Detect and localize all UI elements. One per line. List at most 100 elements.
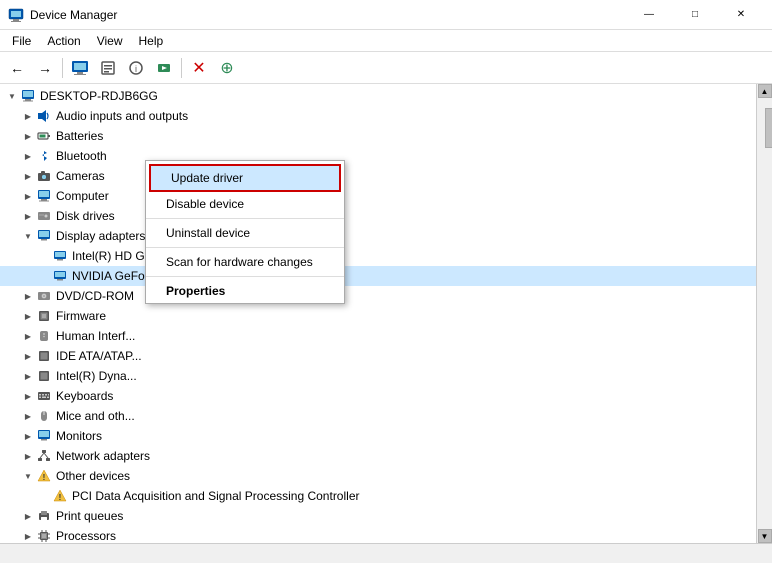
intel-dyn-label: Intel(R) Dyna... bbox=[56, 369, 137, 383]
mouse-icon bbox=[36, 408, 52, 424]
battery-icon bbox=[36, 128, 52, 144]
expand-icon-intel-dyn: ▶ bbox=[20, 368, 36, 384]
tree-item-keyboards[interactable]: ▶ Keyboards bbox=[0, 386, 756, 406]
ctx-properties[interactable]: Properties bbox=[146, 279, 344, 303]
expand-icon-pci bbox=[36, 488, 52, 504]
disk-icon bbox=[36, 208, 52, 224]
tree-item-disk[interactable]: ▶ Disk drives bbox=[0, 206, 756, 226]
tree-item-pci[interactable]: ! PCI Data Acquisition and Signal Proces… bbox=[0, 486, 756, 506]
tree-root[interactable]: ▼ DESKTOP-RDJB6GG bbox=[0, 86, 756, 106]
audio-label: Audio inputs and outputs bbox=[56, 109, 188, 123]
ctx-separator bbox=[146, 218, 344, 219]
other-icon: ! bbox=[36, 468, 52, 484]
svg-text:!: ! bbox=[43, 473, 46, 482]
expand-icon-disk: ▶ bbox=[20, 208, 36, 224]
ctx-update-driver[interactable]: Update driver bbox=[149, 164, 341, 192]
menu-file[interactable]: File bbox=[4, 32, 39, 50]
close-button[interactable]: ✕ bbox=[718, 0, 764, 30]
tree-item-processors[interactable]: ▶ Processors bbox=[0, 526, 756, 543]
scan-button[interactable]: ⊕ bbox=[214, 55, 240, 81]
expand-icon-display: ▼ bbox=[20, 228, 36, 244]
svg-text:i: i bbox=[135, 64, 137, 74]
tree-item-batteries[interactable]: ▶ Batteries bbox=[0, 126, 756, 146]
network-label: Network adapters bbox=[56, 449, 150, 463]
bluetooth-icon bbox=[36, 148, 52, 164]
ctx-scan[interactable]: Scan for hardware changes bbox=[146, 250, 344, 274]
expand-icon-hid: ▶ bbox=[20, 328, 36, 344]
maximize-button[interactable]: □ bbox=[672, 0, 718, 30]
tree-item-computer[interactable]: ▶ Computer bbox=[0, 186, 756, 206]
tree-item-intel-gpu[interactable]: Intel(R) HD Graphics 520 bbox=[0, 246, 756, 266]
expand-icon-monitors: ▶ bbox=[20, 428, 36, 444]
tree-item-cameras[interactable]: ▶ Cameras bbox=[0, 166, 756, 186]
device-tree[interactable]: ▼ DESKTOP-RDJB6GG ▶ Audio bbox=[0, 84, 756, 543]
remove-button[interactable]: ✕ bbox=[186, 55, 212, 81]
keyboard-icon bbox=[36, 388, 52, 404]
cpu-icon bbox=[36, 528, 52, 543]
expand-icon-cameras: ▶ bbox=[20, 168, 36, 184]
monitor-icon bbox=[36, 428, 52, 444]
ctx-separator-2 bbox=[146, 247, 344, 248]
expand-icon-print: ▶ bbox=[20, 508, 36, 524]
disk-label: Disk drives bbox=[56, 209, 115, 223]
menu-bar: File Action View Help bbox=[0, 30, 772, 52]
tree-item-dvd[interactable]: ▶ DVD/CD-ROM bbox=[0, 286, 756, 306]
menu-action[interactable]: Action bbox=[39, 32, 88, 50]
tree-item-bluetooth[interactable]: ▶ Bluetooth bbox=[0, 146, 756, 166]
enable-button[interactable] bbox=[151, 55, 177, 81]
tree-item-firmware[interactable]: ▶ Firmware bbox=[0, 306, 756, 326]
back-button[interactable]: ← bbox=[4, 55, 30, 81]
tree-item-mice[interactable]: ▶ Mice and oth... bbox=[0, 406, 756, 426]
tree-item-hid[interactable]: ▶ Human Interf... bbox=[0, 326, 756, 346]
expand-icon-bluetooth: ▶ bbox=[20, 148, 36, 164]
expand-icon-intel-gpu bbox=[36, 248, 52, 264]
update-driver-button[interactable]: i bbox=[123, 55, 149, 81]
other-label: Other devices bbox=[56, 469, 130, 483]
minimize-button[interactable]: — bbox=[626, 0, 672, 30]
status-bar bbox=[0, 543, 772, 563]
tree-item-nvidia[interactable]: NVIDIA GeForce 940M bbox=[0, 266, 756, 286]
ctx-update-driver-label[interactable]: Update driver bbox=[151, 166, 339, 190]
hid-icon bbox=[36, 328, 52, 344]
ctx-uninstall-device[interactable]: Uninstall device bbox=[146, 221, 344, 245]
firmware-icon bbox=[36, 308, 52, 324]
ctx-separator-3 bbox=[146, 276, 344, 277]
cameras-label: Cameras bbox=[56, 169, 105, 183]
scrollbar[interactable]: ▲ ▼ bbox=[756, 84, 772, 543]
mice-label: Mice and oth... bbox=[56, 409, 135, 423]
tree-item-ide[interactable]: ▶ IDE ATA/ATAP... bbox=[0, 346, 756, 366]
app-icon bbox=[8, 7, 24, 23]
window-title: Device Manager bbox=[30, 8, 626, 22]
speaker-icon bbox=[36, 108, 52, 124]
tree-item-network[interactable]: ▶ Network adapters bbox=[0, 446, 756, 466]
device-manager-button[interactable] bbox=[67, 55, 93, 81]
scroll-thumb[interactable] bbox=[765, 108, 772, 148]
expand-icon-network: ▶ bbox=[20, 448, 36, 464]
tree-item-intel-dyn[interactable]: ▶ Intel(R) Dyna... bbox=[0, 366, 756, 386]
firmware-label: Firmware bbox=[56, 309, 106, 323]
window-controls: — □ ✕ bbox=[626, 0, 764, 30]
ctx-disable-device[interactable]: Disable device bbox=[146, 192, 344, 216]
menu-help[interactable]: Help bbox=[131, 32, 172, 50]
properties-button[interactable] bbox=[95, 55, 121, 81]
tree-item-audio[interactable]: ▶ Audio inputs and outputs bbox=[0, 106, 756, 126]
computer-icon-2 bbox=[36, 188, 52, 204]
tree-item-print[interactable]: ▶ Print queues bbox=[0, 506, 756, 526]
tree-item-display[interactable]: ▼ Display adapters bbox=[0, 226, 756, 246]
tree-item-other[interactable]: ▼ ! Other devices bbox=[0, 466, 756, 486]
svg-text:!: ! bbox=[59, 493, 62, 502]
scroll-up[interactable]: ▲ bbox=[758, 84, 772, 98]
menu-view[interactable]: View bbox=[89, 32, 131, 50]
toolbar-separator-1 bbox=[62, 58, 63, 78]
tree-item-monitors[interactable]: ▶ Monitors bbox=[0, 426, 756, 446]
computer-label: Computer bbox=[56, 189, 109, 203]
forward-button[interactable]: → bbox=[32, 55, 58, 81]
expand-icon-firmware: ▶ bbox=[20, 308, 36, 324]
dvd-label: DVD/CD-ROM bbox=[56, 289, 134, 303]
intel-gpu-icon bbox=[52, 248, 68, 264]
expand-icon-dvd: ▶ bbox=[20, 288, 36, 304]
ide-icon bbox=[36, 348, 52, 364]
intel-dyn-icon bbox=[36, 368, 52, 384]
scroll-down[interactable]: ▼ bbox=[758, 529, 772, 543]
display-icon bbox=[36, 228, 52, 244]
